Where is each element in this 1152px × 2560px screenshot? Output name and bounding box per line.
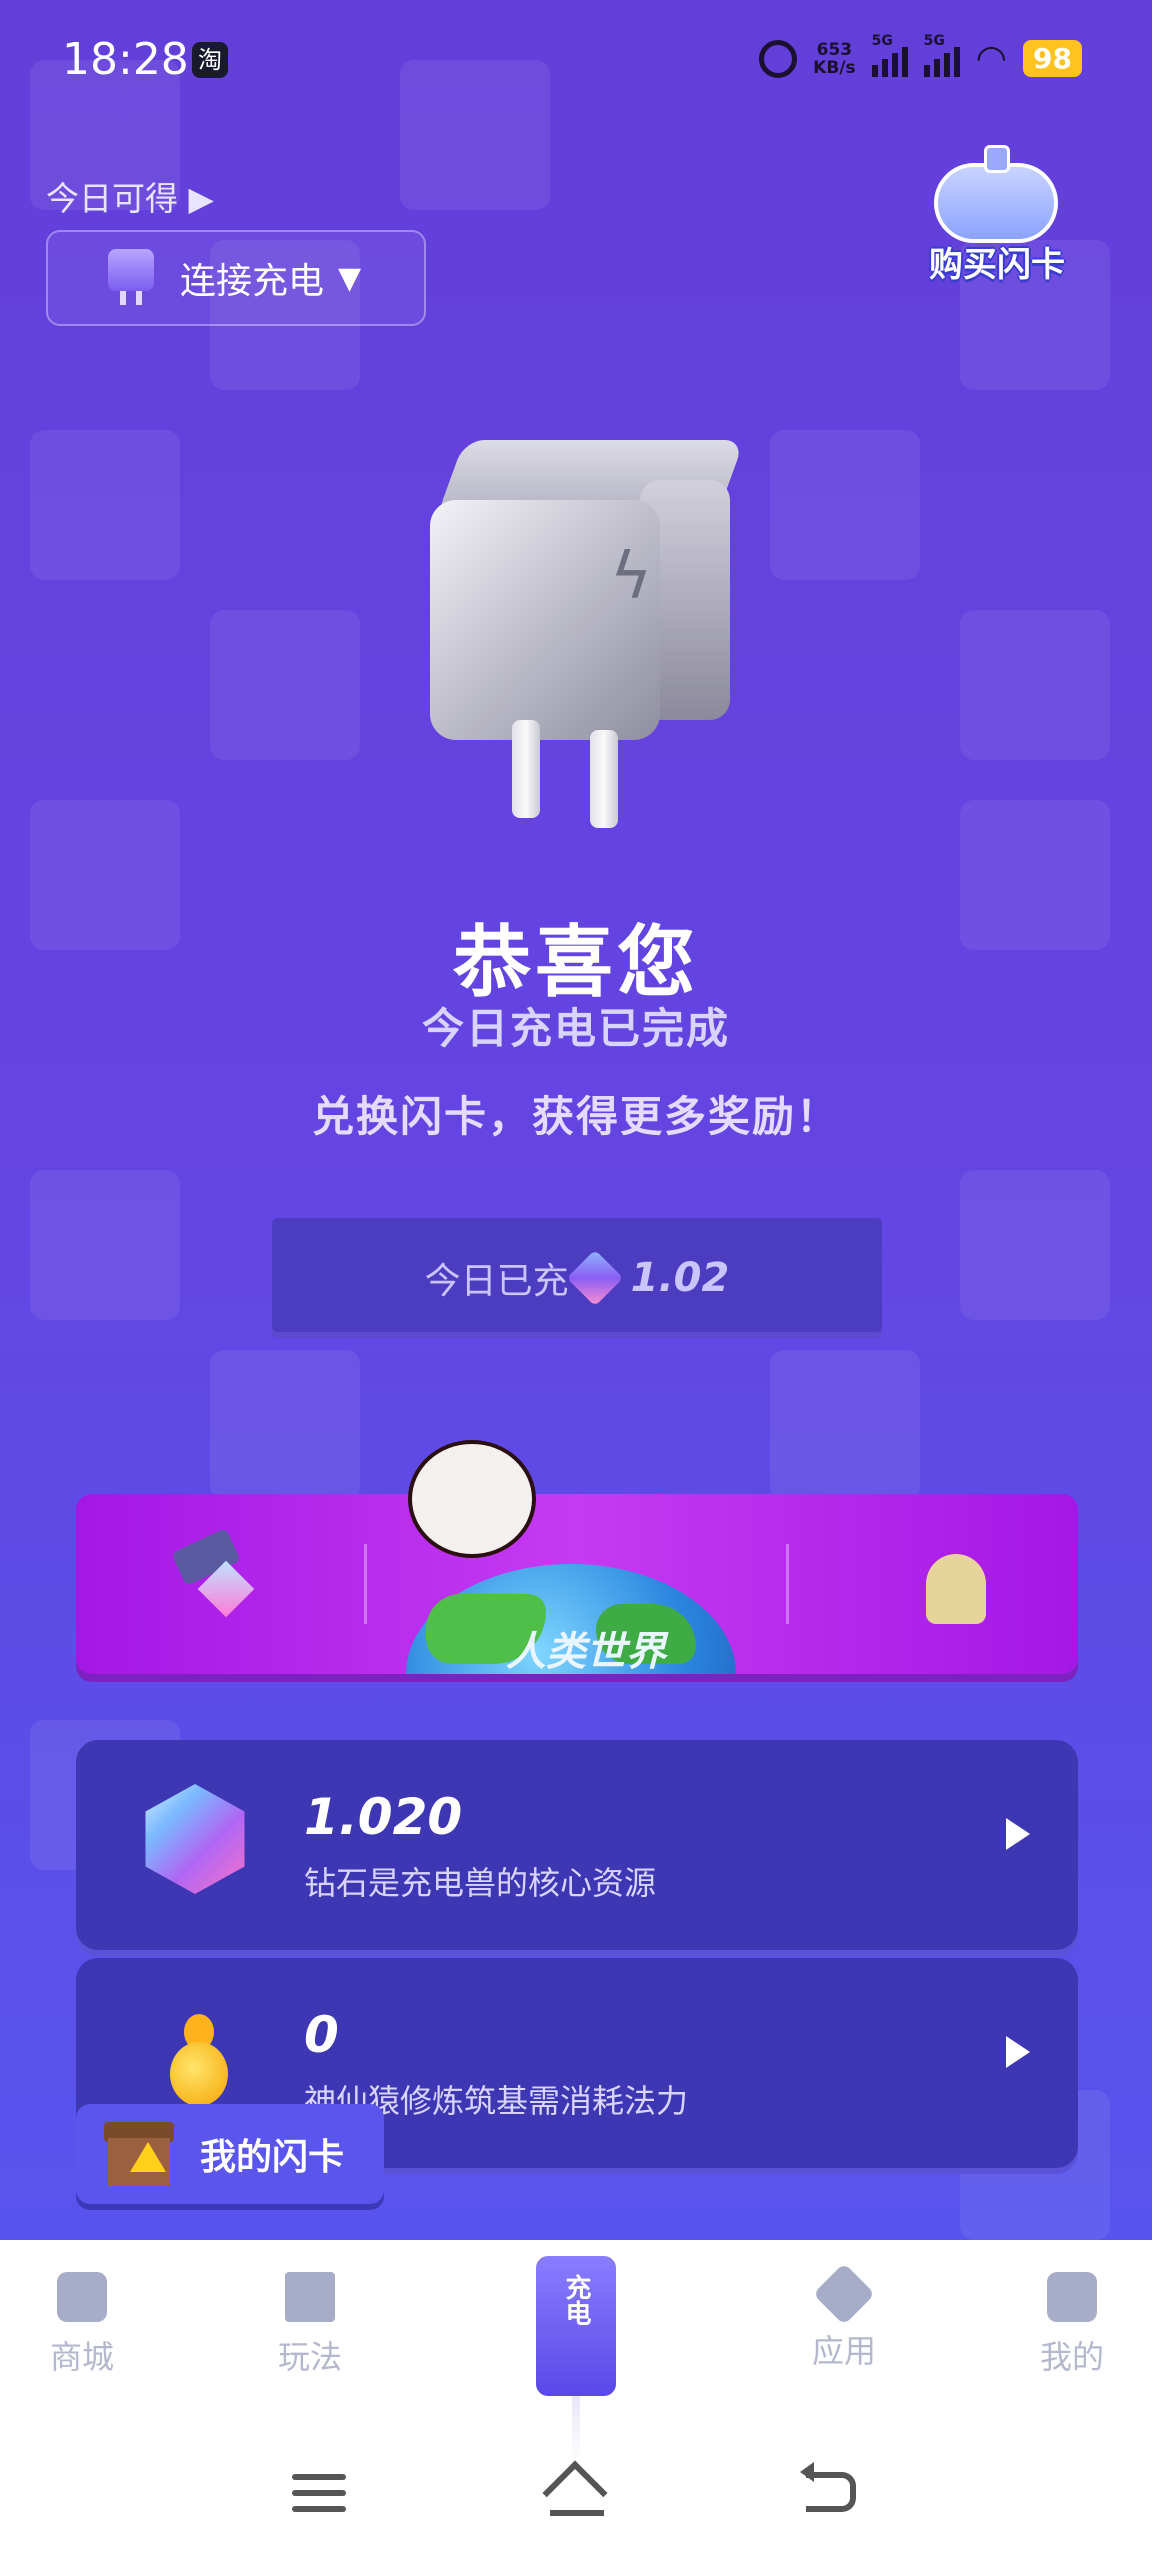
- status-bar: 18:28 淘 653 KB/s 5G 5G ◠ 98: [0, 0, 1152, 120]
- divider: [786, 1544, 789, 1624]
- house-upgrade-icon: [104, 2122, 174, 2186]
- my-cards-button[interactable]: 我的闪卡: [76, 2104, 384, 2204]
- play-arrow-icon: [1006, 1818, 1030, 1850]
- diamond-value: 1.020: [304, 1788, 463, 1846]
- human-world-label: 人类世界: [506, 1629, 666, 1674]
- today-available-link[interactable]: 今日可得 ▶: [46, 172, 214, 220]
- back-icon[interactable]: [800, 2462, 856, 2512]
- connect-charge-label: 连接充电: [180, 261, 325, 302]
- skull-character-icon: [408, 1440, 536, 1558]
- net-speed: 653 KB/s: [813, 39, 856, 78]
- charger-illustration: ϟ: [420, 430, 745, 828]
- tab-apps[interactable]: 应用: [784, 2260, 904, 2372]
- today-charged-value: 1.02: [630, 1255, 730, 1301]
- human-world-banner[interactable]: 人类世界: [76, 1494, 1078, 1674]
- caret-down-icon: ▼: [338, 260, 362, 296]
- buy-card-button[interactable]: 购买闪卡: [912, 145, 1082, 285]
- anvil-gem-icon: [166, 1528, 256, 1618]
- system-nav-bar: [0, 2440, 1152, 2560]
- lightning-icon: ϟ: [610, 540, 653, 614]
- elephant-character-icon: [926, 1554, 986, 1624]
- signal-icon: 5G: [923, 33, 960, 77]
- mana-value: 0: [304, 2006, 339, 2064]
- exchange-hint: 兑换闪卡，获得更多奖励！: [311, 1092, 840, 1141]
- diamond-icon: [566, 1249, 623, 1307]
- charge-icon-label: 充电: [561, 2274, 591, 2326]
- status-time: 18:28: [62, 34, 189, 85]
- diamond-desc: 钻石是充电兽的核心资源: [304, 1864, 657, 1902]
- signal-icon: 5G: [871, 33, 908, 77]
- today-charged-label: 今日已充: [424, 1261, 569, 1302]
- today-charged-box: 今日已充 1.02: [272, 1218, 882, 1338]
- tab-charge[interactable]: 充电: [536, 2256, 616, 2466]
- battery-badge: 98: [1023, 40, 1082, 77]
- my-cards-label: 我的闪卡: [200, 2137, 345, 2178]
- menu-icon[interactable]: [292, 2474, 346, 2522]
- diamond-icon: [145, 1784, 245, 1894]
- wifi-icon: ◠: [975, 38, 1008, 79]
- tab-shop[interactable]: 商城: [22, 2260, 142, 2378]
- alarm-icon: [759, 39, 798, 78]
- tab-profile[interactable]: 我的: [1012, 2260, 1132, 2378]
- diamond-resource-card[interactable]: 1.020 钻石是充电兽的核心资源: [76, 1740, 1078, 1950]
- play-icon: [285, 2272, 335, 2322]
- plug-icon: [108, 249, 154, 307]
- tab-play[interactable]: 玩法: [250, 2260, 370, 2378]
- home-icon[interactable]: [542, 2460, 608, 2526]
- charge-complete-text: 今日充电已完成: [421, 1004, 730, 1053]
- divider: [364, 1544, 367, 1624]
- connect-charge-dropdown[interactable]: 连接充电 ▼: [46, 230, 426, 326]
- apps-icon: [812, 2262, 876, 2326]
- profile-icon: [1047, 2272, 1097, 2322]
- taobao-icon: 淘: [192, 42, 228, 78]
- gamepad-icon: [934, 163, 1058, 243]
- play-arrow-icon: [1006, 2036, 1030, 2068]
- shop-icon: [57, 2272, 107, 2322]
- gourd-icon: [164, 2014, 234, 2114]
- buy-card-label: 购买闪卡: [929, 245, 1065, 285]
